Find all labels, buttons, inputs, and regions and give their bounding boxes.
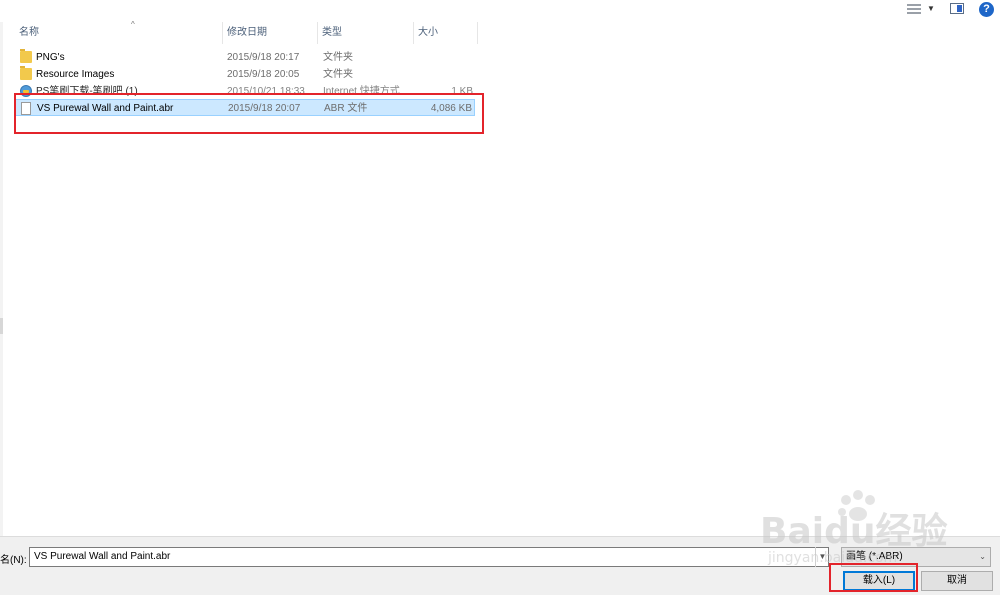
- annotation-highlight-load: [829, 563, 918, 592]
- filename-value: VS Purewal Wall and Paint.abr: [34, 551, 171, 562]
- column-header: 名称 ^ 修改日期 类型 大小: [0, 20, 478, 44]
- list-item[interactable]: PNG's 2015/9/18 20:17 文件夹: [15, 49, 475, 66]
- chevron-down-icon: ⌄: [979, 552, 986, 561]
- file-name: Resource Images: [36, 69, 115, 80]
- column-type-label: 类型: [322, 27, 342, 38]
- column-type[interactable]: 类型: [318, 22, 414, 44]
- folder-icon: [20, 66, 32, 80]
- column-name[interactable]: 名称 ^: [15, 20, 223, 44]
- dialog-toolbar: ▼ ?: [0, 0, 1000, 22]
- file-name: PNG's: [36, 52, 65, 63]
- column-date[interactable]: 修改日期: [223, 22, 318, 44]
- help-icon[interactable]: ?: [979, 2, 994, 17]
- chevron-down-icon[interactable]: ▼: [815, 547, 829, 567]
- list-item[interactable]: Resource Images 2015/9/18 20:05 文件夹: [15, 66, 475, 83]
- filetype-value: 画笔 (*.ABR): [846, 551, 903, 562]
- chevron-down-icon[interactable]: ▼: [927, 4, 935, 18]
- column-size[interactable]: 大小: [414, 22, 478, 44]
- scroll-indicator[interactable]: [0, 318, 3, 334]
- file-type: 文件夹: [323, 52, 353, 63]
- sort-ascending-icon: ^: [131, 20, 135, 29]
- file-date: 2015/9/18 20:17: [227, 52, 300, 63]
- filename-label: 名(N):: [0, 555, 27, 566]
- navigation-pane-edge: [0, 22, 3, 536]
- column-size-label: 大小: [418, 27, 438, 38]
- folder-icon: [20, 49, 32, 63]
- details-view-icon[interactable]: [907, 3, 921, 17]
- preview-pane-icon[interactable]: [950, 3, 964, 14]
- file-type: 文件夹: [323, 69, 353, 80]
- column-name-label: 名称: [19, 27, 39, 38]
- column-date-label: 修改日期: [227, 27, 267, 38]
- annotation-highlight-file: [14, 93, 484, 134]
- cancel-button[interactable]: 取消: [921, 571, 993, 591]
- filename-input[interactable]: VS Purewal Wall and Paint.abr ▼: [29, 547, 829, 567]
- file-date: 2015/9/18 20:05: [227, 69, 300, 80]
